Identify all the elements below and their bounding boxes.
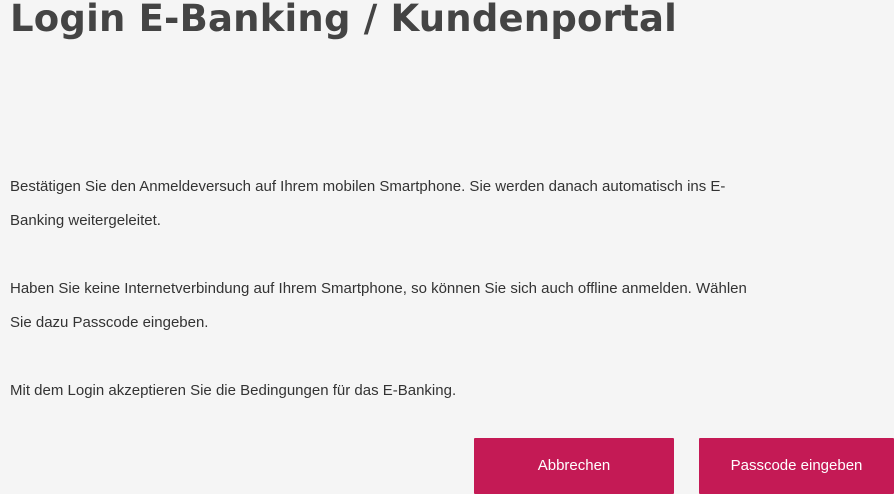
enter-passcode-button[interactable]: Passcode eingeben <box>699 438 894 494</box>
cancel-button[interactable]: Abbrechen <box>474 438 674 494</box>
offline-login-line-1: Haben Sie keine Internetverbindung auf I… <box>10 280 747 297</box>
smartphone-confirmation-text: Bestätigen Sie den Anmeldeversuch auf Ih… <box>10 170 894 238</box>
smartphone-confirmation-line-2: Banking weitergeleitet. <box>10 212 161 229</box>
smartphone-confirmation-line-1: Bestätigen Sie den Anmeldeversuch auf Ih… <box>10 178 726 195</box>
page-title: Login E-Banking / Kundenportal <box>10 0 678 40</box>
offline-login-line-2: Sie dazu Passcode eingeben. <box>10 314 209 331</box>
offline-login-text: Haben Sie keine Internetverbindung auf I… <box>10 272 894 340</box>
terms-acceptance-text: Mit dem Login akzeptieren Sie die Beding… <box>10 374 894 408</box>
terms-acceptance-line: Mit dem Login akzeptieren Sie die Beding… <box>10 382 457 399</box>
login-instructions: Bestätigen Sie den Anmeldeversuch auf Ih… <box>10 170 894 408</box>
